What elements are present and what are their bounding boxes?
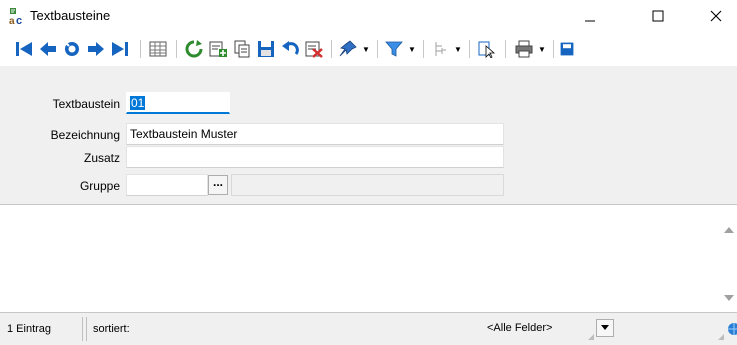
export-icon	[560, 42, 574, 56]
memo-vertical-scrollbar[interactable]	[720, 205, 737, 312]
field-filter-value[interactable]: <Alle Felder>	[483, 318, 568, 340]
tree-button[interactable]	[430, 38, 452, 60]
tree-icon	[435, 42, 446, 56]
toolbar-separator	[377, 40, 378, 58]
resize-grip-icon	[588, 334, 594, 340]
pin-button[interactable]	[337, 38, 359, 60]
export-button[interactable]	[559, 38, 575, 60]
minimize-icon	[585, 20, 595, 22]
last-record-button[interactable]	[109, 38, 131, 60]
copy-record-button[interactable]	[231, 38, 253, 60]
tree-dropdown-button[interactable]: ▼	[453, 38, 463, 60]
maximize-button[interactable]	[635, 0, 681, 32]
textbaustein-input[interactable]: 01	[126, 92, 230, 114]
toolbar-separator	[469, 40, 470, 58]
toolbar: ▼ ▼ ▼ ▼	[0, 32, 737, 66]
new-record-button[interactable]	[207, 38, 229, 60]
save-button[interactable]	[255, 38, 277, 60]
resize-grip-icon	[718, 334, 724, 340]
toolbar-separator	[140, 40, 141, 58]
maximize-icon	[652, 10, 664, 22]
print-dropdown-button[interactable]: ▼	[537, 38, 547, 60]
gruppe-input[interactable]	[126, 174, 208, 196]
status-separator	[82, 317, 83, 341]
close-icon	[710, 10, 722, 22]
search-icon	[65, 42, 79, 56]
sorted-label: sortiert:	[93, 323, 130, 335]
text-memo-area[interactable]	[0, 204, 737, 313]
gruppe-label: Gruppe	[79, 179, 120, 193]
zusatz-input[interactable]	[126, 146, 504, 168]
gruppe-browse-button[interactable]: ...	[208, 175, 228, 195]
textbausteine-window: a c Textbausteine ▼ ▼ ▼ ▼ Textbaustein 0…	[0, 0, 737, 345]
minimize-button[interactable]	[567, 0, 613, 32]
chevron-down-icon	[601, 325, 609, 330]
gruppe-description-field	[231, 174, 504, 196]
copy-icon	[234, 40, 250, 58]
cursor-select-icon	[478, 41, 496, 58]
window-title: Textbausteine	[30, 8, 111, 23]
select-button[interactable]	[476, 38, 498, 60]
field-filter-dropdown-button[interactable]	[596, 319, 614, 337]
filter-button[interactable]	[383, 38, 405, 60]
filter-icon	[385, 41, 403, 57]
textbaustein-label: Textbaustein	[52, 97, 120, 111]
new-record-icon	[209, 41, 227, 57]
next-record-button[interactable]	[85, 38, 107, 60]
detail-form: Textbaustein 01 Bezeichnung Textbaustein…	[0, 66, 737, 204]
scroll-down-arrow-icon[interactable]	[724, 295, 734, 301]
filter-dropdown-button[interactable]: ▼	[407, 38, 417, 60]
toolbar-separator	[176, 40, 177, 58]
textbaustein-value: 01	[130, 96, 146, 110]
bezeichnung-input[interactable]: Textbaustein Muster	[126, 123, 504, 145]
arrow-left-icon	[40, 42, 56, 56]
print-button[interactable]	[513, 38, 535, 60]
undo-button[interactable]	[279, 38, 301, 60]
status-separator	[86, 317, 87, 341]
refresh-icon	[185, 40, 203, 58]
table-icon	[149, 41, 167, 57]
table-view-button[interactable]	[147, 38, 169, 60]
first-record-icon	[16, 42, 32, 56]
pin-icon	[339, 40, 357, 57]
arrow-right-icon	[88, 42, 104, 56]
toolbar-separator	[553, 40, 554, 58]
bezeichnung-label: Bezeichnung	[50, 128, 120, 142]
search-input[interactable]	[617, 318, 723, 340]
last-record-icon	[112, 42, 128, 56]
refresh-button[interactable]	[183, 38, 205, 60]
toolbar-separator	[331, 40, 332, 58]
scroll-up-arrow-icon[interactable]	[724, 227, 734, 233]
title-bar: a c Textbausteine	[0, 0, 737, 32]
delete-icon	[305, 41, 323, 58]
record-count: 1 Eintrag	[7, 323, 52, 335]
printer-icon	[515, 40, 533, 58]
zusatz-label: Zusatz	[83, 151, 120, 165]
globe-icon[interactable]	[727, 322, 737, 336]
undo-icon	[282, 41, 299, 55]
svg-text:c: c	[16, 15, 22, 25]
previous-record-button[interactable]	[37, 38, 59, 60]
save-icon	[258, 41, 274, 57]
toolbar-separator	[423, 40, 424, 58]
first-record-button[interactable]	[13, 38, 35, 60]
toolbar-separator	[505, 40, 506, 58]
pin-dropdown-button[interactable]: ▼	[361, 38, 371, 60]
text-module-app-icon: a c	[8, 7, 26, 27]
delete-button[interactable]	[303, 38, 325, 60]
status-bar: 1 Eintrag sortiert: <Alle Felder>	[0, 313, 737, 345]
search-button[interactable]	[61, 38, 83, 60]
close-button[interactable]	[693, 0, 737, 32]
svg-text:a: a	[9, 16, 15, 25]
